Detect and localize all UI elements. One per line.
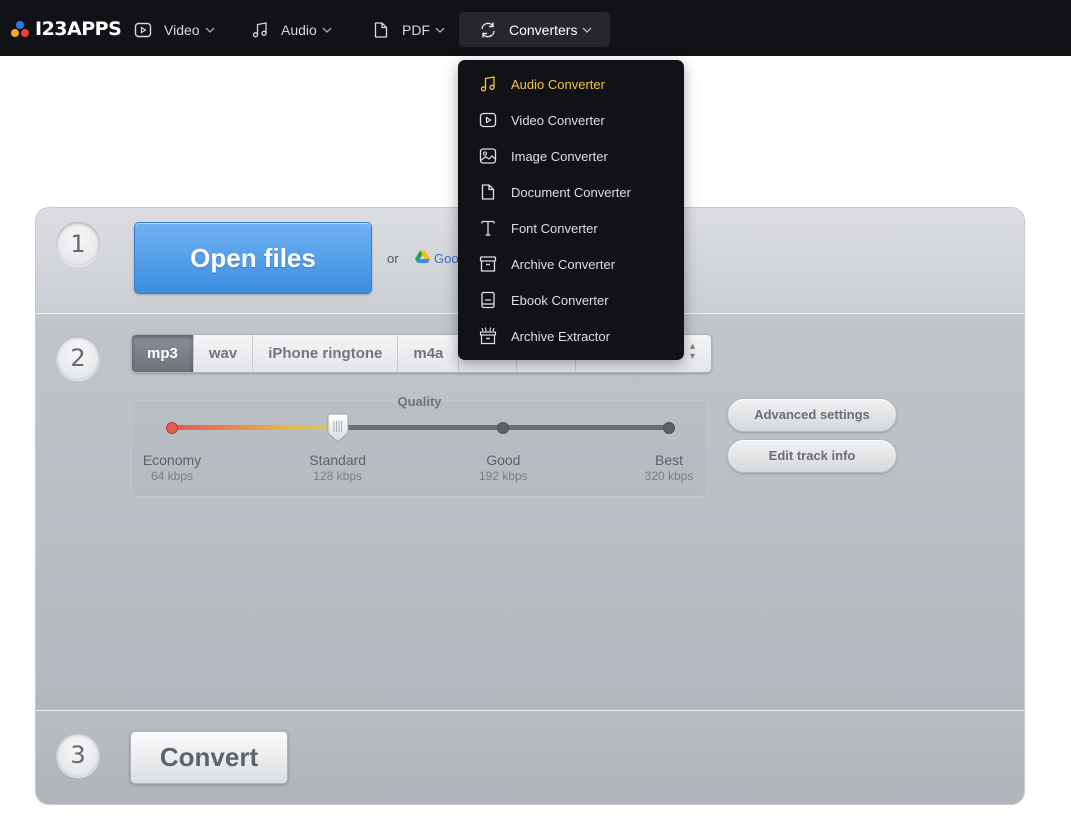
- chevron-down-icon: [582, 25, 592, 35]
- chevron-down-icon: [322, 25, 332, 35]
- quality-label-good: Good 192 kbps: [478, 452, 528, 483]
- quality-stop-economy[interactable]: [166, 422, 178, 434]
- nav-item-label: Video: [164, 21, 200, 38]
- menu-item-label: Audio Converter: [511, 76, 605, 92]
- format-tab-iphone-ringtone[interactable]: iPhone ringtone: [253, 335, 399, 372]
- menu-item-document-converter[interactable]: Document Converter: [458, 174, 684, 210]
- nav-item-video[interactable]: Video: [126, 12, 229, 47]
- menu-item-label: Video Converter: [511, 112, 605, 128]
- nav-item-label: Converters: [509, 21, 578, 38]
- play-square-icon: [478, 110, 498, 130]
- quality-title: Quality: [397, 394, 442, 409]
- chevron-down-icon: [205, 25, 215, 35]
- document-icon: [478, 182, 498, 202]
- brand-name: I23APPS: [35, 18, 122, 40]
- quality-slider-fill: [172, 425, 338, 430]
- menu-item-audio-converter[interactable]: Audio Converter: [458, 66, 684, 102]
- play-square-icon: [132, 19, 154, 41]
- menu-item-label: Document Converter: [511, 184, 631, 200]
- step-number: 3: [56, 733, 100, 777]
- archive-box-icon: [478, 254, 498, 274]
- quality-slider-track[interactable]: [172, 425, 669, 430]
- image-icon: [478, 146, 498, 166]
- format-tab-m4a[interactable]: m4a: [398, 335, 460, 372]
- quality-label-standard: Standard 128 kbps: [309, 452, 367, 483]
- nav-item-converters[interactable]: Converters: [459, 12, 610, 47]
- converters-dropdown-menu: Audio Converter Video Converter Image Co…: [458, 60, 684, 360]
- menu-item-font-converter[interactable]: Font Converter: [458, 210, 684, 246]
- menu-item-archive-converter[interactable]: Archive Converter: [458, 246, 684, 282]
- ebook-icon: [478, 290, 498, 310]
- quality-stop-best[interactable]: [663, 422, 675, 434]
- step-number: 2: [56, 336, 100, 380]
- quality-box: Quality Economy 64 kbps Standard 128 kbp…: [131, 394, 708, 497]
- google-drive-button[interactable]: Goo: [415, 250, 459, 266]
- format-tab-mp3[interactable]: mp3: [132, 335, 194, 372]
- google-drive-label: Goo: [434, 250, 459, 266]
- quality-slider-handle[interactable]: [326, 413, 350, 443]
- convert-button[interactable]: Convert: [130, 731, 288, 784]
- brand-logo[interactable]: I23APPS: [10, 18, 122, 40]
- nav-item-audio[interactable]: Audio: [243, 12, 346, 47]
- or-label: or: [387, 251, 399, 266]
- document-icon: [370, 19, 392, 41]
- quality-stop-good[interactable]: [497, 422, 510, 434]
- step-number: 1: [56, 222, 100, 266]
- menu-item-image-converter[interactable]: Image Converter: [458, 138, 684, 174]
- nav-item-label: Audio: [281, 21, 317, 38]
- convert-arrows-icon: [477, 19, 499, 41]
- menu-item-label: Archive Extractor: [511, 328, 610, 344]
- edit-track-info-button[interactable]: Edit track info: [727, 439, 897, 473]
- nav-item-label: PDF: [402, 21, 430, 38]
- menu-item-label: Font Converter: [511, 220, 598, 236]
- menu-item-label: Archive Converter: [511, 256, 616, 272]
- quality-label-economy: Economy 64 kbps: [142, 452, 202, 483]
- font-icon: [478, 218, 498, 238]
- step-format-settings: 2 mp3 wav iPhone ringtone m4a Quality: [36, 313, 1024, 710]
- top-navigation-bar: I23APPS Video Audio PDF Converters: [0, 0, 1071, 56]
- menu-item-ebook-converter[interactable]: Ebook Converter: [458, 282, 684, 318]
- google-drive-icon: [415, 250, 434, 266]
- logo-dots-icon: [10, 19, 30, 39]
- nav-item-pdf[interactable]: PDF: [364, 12, 459, 47]
- open-files-button[interactable]: Open files: [134, 222, 372, 294]
- menu-item-label: Ebook Converter: [511, 292, 609, 308]
- quality-label-best: Best 320 kbps: [644, 452, 694, 483]
- music-note-icon: [249, 19, 271, 41]
- chevron-down-icon: [435, 25, 445, 35]
- archive-extract-icon: [478, 326, 498, 346]
- format-tab-wav[interactable]: wav: [194, 335, 254, 372]
- menu-item-video-converter[interactable]: Video Converter: [458, 102, 684, 138]
- step-convert: 3 Convert: [36, 710, 1024, 804]
- music-note-icon: [478, 74, 498, 94]
- menu-item-archive-extractor[interactable]: Archive Extractor: [458, 318, 684, 354]
- menu-item-label: Image Converter: [511, 148, 608, 164]
- advanced-settings-button[interactable]: Advanced settings: [727, 398, 897, 432]
